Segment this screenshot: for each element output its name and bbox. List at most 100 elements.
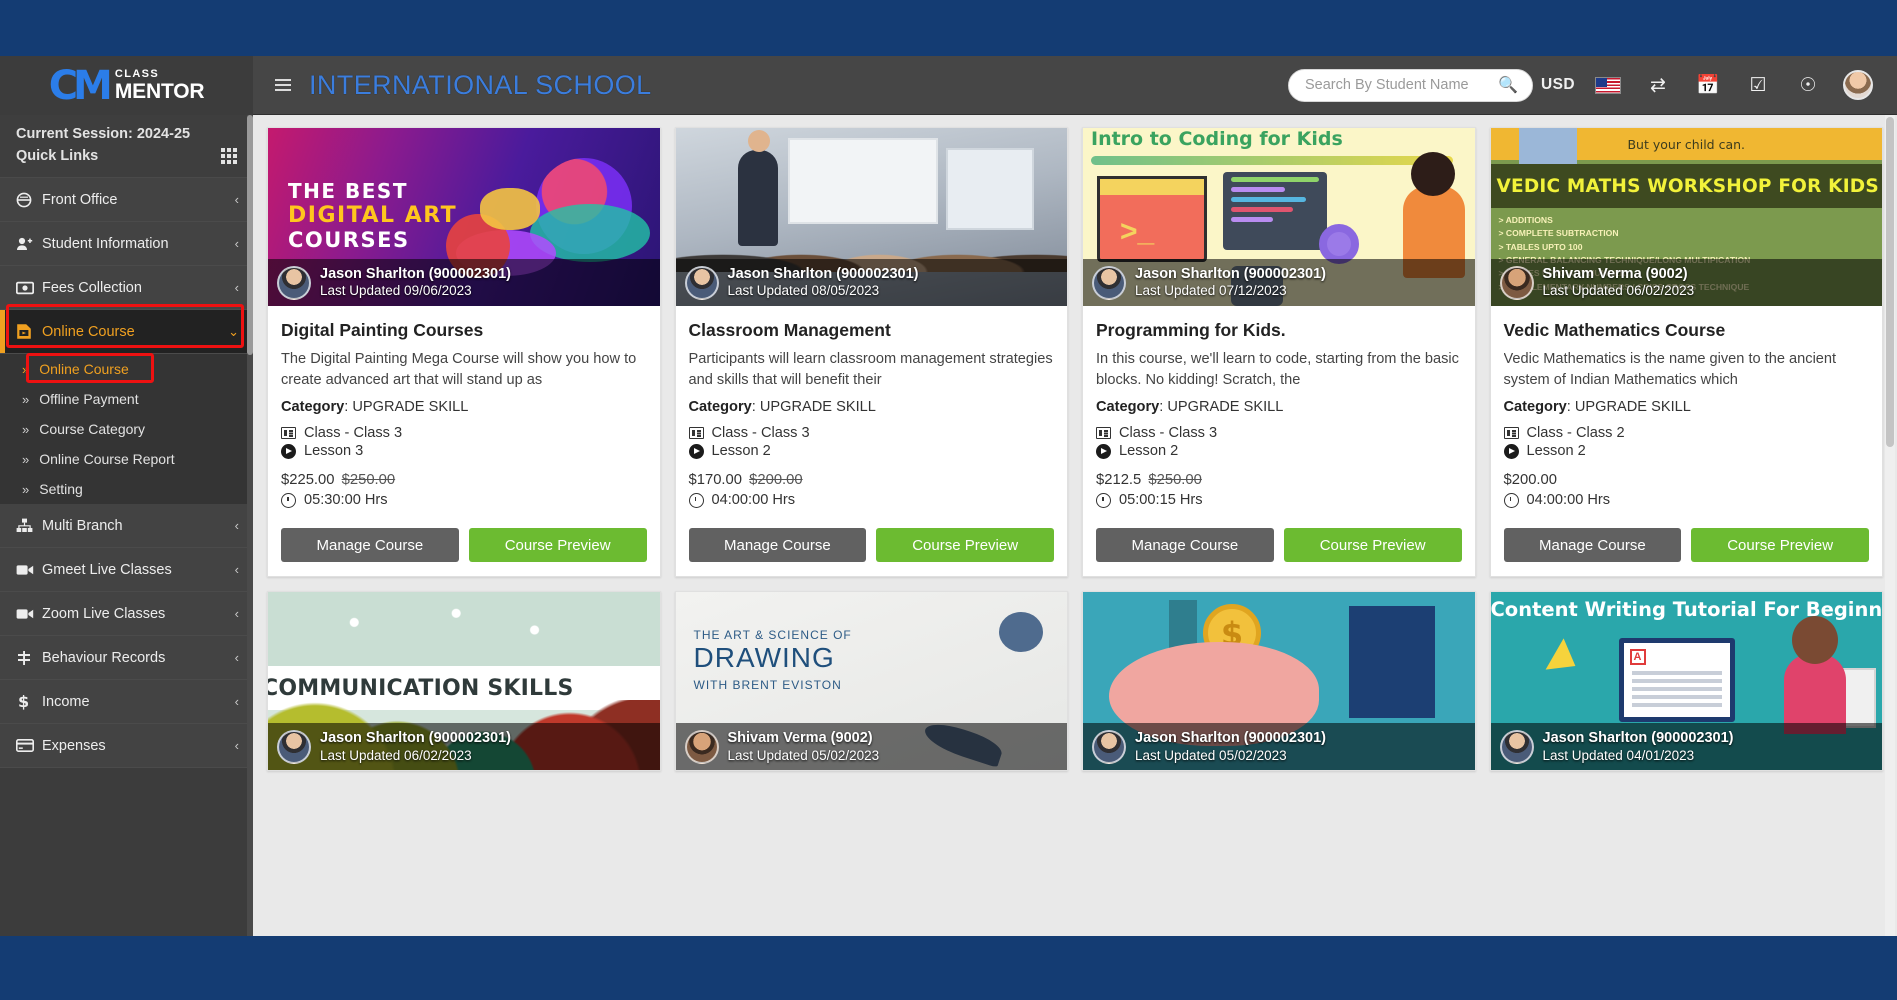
course-class-line: Class - Class 3	[688, 425, 1055, 441]
chevron-left-icon: ‹	[234, 236, 239, 251]
course-banner: But your child can. VEDIC MATHS WORKSHOP…	[1490, 128, 1882, 306]
content-scrollbar[interactable]	[1885, 115, 1895, 936]
search-input[interactable]	[1305, 77, 1499, 93]
course-banner: $ Jason Sharlton (900002301) Last Update…	[1083, 592, 1475, 771]
sidebar-subitem-setting[interactable]: » Setting	[0, 474, 253, 504]
sidebar-item-behaviour-records[interactable]: Behaviour Records ‹	[0, 636, 253, 680]
grid-icon[interactable]	[221, 148, 237, 164]
course-category-line: Category: UPGRADE SKILL	[1096, 399, 1284, 416]
clock-icon	[281, 492, 296, 508]
banner-text-line2: DRAWING	[693, 642, 835, 674]
course-card[interactable]: $ Jason Sharlton (900002301) Last Update…	[1082, 591, 1476, 772]
course-price-row: $200.00	[1504, 472, 1870, 488]
sidebar-item-zoom-live-classes[interactable]: Zoom Live Classes ‹	[0, 592, 253, 636]
course-old-price: $200.00	[749, 472, 803, 489]
transfer-icon[interactable]: ⇄	[1633, 64, 1683, 106]
course-duration-line: 04:00:00 Hrs	[688, 492, 1055, 508]
sidebar-item-student-information[interactable]: Student Information ‹	[0, 222, 253, 266]
double-chevron-icon: »	[22, 391, 30, 407]
checkbox-icon[interactable]: ☑	[1733, 64, 1783, 106]
course-lesson-line: Lesson 2	[688, 443, 1055, 459]
video-camera-icon	[16, 564, 42, 576]
banner-text-line1: THE BEST	[288, 179, 408, 203]
play-icon	[1096, 443, 1111, 459]
sidebar-subitem-online-course[interactable]: » Online Course	[0, 354, 253, 384]
author-strip: Jason Sharlton (900002301) Last Updated …	[1083, 259, 1475, 306]
course-banner: THE BEST DIGITAL ART COURSES Jason Sharl…	[268, 128, 660, 306]
sidebar-item-income[interactable]: $ Income ‹	[0, 680, 253, 724]
author-strip: Jason Sharlton (900002301) Last Updated …	[675, 259, 1067, 306]
sidebar-subitem-course-category[interactable]: » Course Category	[0, 414, 253, 444]
course-preview-button[interactable]: Course Preview	[876, 528, 1054, 563]
course-duration-line: 05:30:00 Hrs	[281, 492, 647, 508]
course-duration: 05:30:00 Hrs	[304, 492, 388, 509]
sidebar-item-fees-collection[interactable]: Fees Collection ‹	[0, 266, 253, 310]
course-category-line: Category: UPGRADE SKILL	[281, 399, 469, 416]
manage-course-button[interactable]: Manage Course	[1096, 528, 1274, 563]
sidebar-item-front-office[interactable]: Front Office ‹	[0, 178, 253, 222]
sidebar-subitem-offline-payment[interactable]: » Offline Payment	[0, 384, 253, 414]
list-icon	[281, 427, 296, 440]
course-card[interactable]: Jason Sharlton (900002301) Last Updated …	[674, 127, 1068, 578]
brand-logo[interactable]: CM CLASS MENTOR	[0, 56, 253, 115]
last-updated: Last Updated 04/01/2023	[1542, 747, 1695, 763]
course-card[interactable]: THE ART & SCIENCE OF DRAWING WITH BRENT …	[674, 591, 1068, 772]
content-scrollbar-thumb[interactable]	[1886, 117, 1894, 447]
course-card[interactable]: But your child can. VEDIC MATHS WORKSHOP…	[1489, 127, 1883, 578]
course-lesson-line: Lesson 3	[281, 443, 647, 459]
list-icon	[1096, 427, 1111, 440]
course-old-price: $250.00	[341, 472, 396, 489]
course-card[interactable]: Intro to Coding for Kids >_ Jason Sharlt…	[1082, 127, 1476, 578]
course-preview-button[interactable]: Course Preview	[1691, 528, 1869, 563]
profile-avatar[interactable]	[1833, 64, 1883, 106]
sidebar-item-expenses[interactable]: Expenses ‹	[0, 724, 253, 768]
play-icon	[1503, 443, 1519, 459]
sidebar-item-online-course[interactable]: Online Course ⌄	[0, 310, 253, 354]
category-value: UPGRADE SKILL	[759, 399, 876, 416]
sidebar-item-multi-branch[interactable]: Multi Branch ‹	[0, 504, 253, 548]
course-preview-button[interactable]: Course Preview	[1283, 528, 1462, 563]
course-class-value: Class - Class 3	[304, 425, 403, 442]
us-flag-icon[interactable]	[1583, 64, 1633, 106]
calendar-icon[interactable]: 📅	[1683, 64, 1733, 106]
course-duration-line: 05:00:15 Hrs	[1096, 492, 1462, 508]
category-value: UPGRADE SKILL	[1167, 399, 1284, 416]
course-price-row: $212.5 $250.00	[1096, 472, 1462, 488]
course-price-row: $225.00 $250.00	[281, 472, 647, 488]
currency-selector[interactable]: USD	[1533, 64, 1583, 106]
course-card-actions: Manage Course Course Preview	[676, 520, 1068, 576]
course-duration: 05:00:15 Hrs	[1119, 492, 1203, 509]
hamburger-icon[interactable]	[275, 79, 291, 91]
search-box[interactable]: 🔍	[1288, 68, 1533, 102]
svg-text:$: $	[18, 693, 29, 710]
manage-course-button[interactable]: Manage Course	[688, 528, 867, 563]
fees-icon	[16, 281, 42, 295]
course-card[interactable]: Content Writing Tutorial For Beginners A…	[1489, 591, 1883, 772]
clock-icon	[688, 492, 704, 508]
last-updated: Last Updated 05/02/2023	[727, 747, 880, 763]
last-updated: Last Updated 06/02/2023	[320, 747, 472, 763]
sidebar-subitem-online-course-report[interactable]: » Online Course Report	[0, 444, 253, 474]
sidebar-item-label: Expenses	[42, 737, 106, 754]
behaviour-icon	[16, 650, 42, 666]
manage-course-button[interactable]: Manage Course	[281, 528, 459, 563]
course-lesson-value: Lesson 2	[1119, 443, 1179, 460]
student-icon	[16, 236, 42, 252]
course-class-value: Class - Class 3	[1119, 425, 1218, 442]
quick-links-row[interactable]: Quick Links	[16, 145, 237, 167]
course-class-line: Class - Class 3	[281, 425, 647, 441]
course-card-actions: Manage Course Course Preview	[1491, 520, 1883, 576]
sidebar-item-gmeet-live-classes[interactable]: Gmeet Live Classes ‹	[0, 548, 253, 592]
course-description: In this course, we'll learn to code, sta…	[1096, 351, 1459, 388]
manage-course-button[interactable]: Manage Course	[1503, 528, 1682, 563]
course-card[interactable]: THE BEST DIGITAL ART COURSES Jason Sharl…	[267, 127, 661, 578]
author-name: Jason Sharlton (900002301)	[727, 266, 919, 282]
author-name: Jason Sharlton (900002301)	[320, 730, 512, 747]
search-icon[interactable]: 🔍	[1498, 75, 1518, 95]
course-card[interactable]: COMMUNICATION SKILLS Jason Sharlton (900…	[267, 591, 661, 772]
chevron-left-icon: ‹	[234, 694, 239, 709]
course-preview-button[interactable]: Course Preview	[468, 528, 647, 563]
course-duration-line: 04:00:00 Hrs	[1503, 492, 1870, 508]
whatsapp-icon[interactable]: ☉	[1783, 64, 1833, 106]
sidebar-item-label: Behaviour Records	[42, 649, 166, 666]
